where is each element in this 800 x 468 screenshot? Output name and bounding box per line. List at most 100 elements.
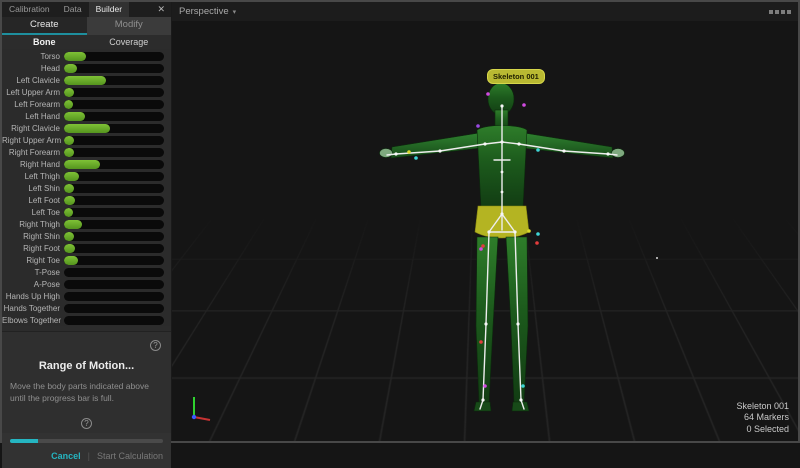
bone-label: Elbows Together xyxy=(2,316,64,325)
panel-footer: Cancel | Start Calculation xyxy=(2,433,171,468)
bone-label: Right Forearm xyxy=(2,148,64,157)
view-selector[interactable]: Perspective ▾ xyxy=(179,6,236,17)
bone-label: Head xyxy=(2,64,64,73)
builder-panel: Calibration Data Builder ✕ Create Modify… xyxy=(2,2,172,441)
bone-progress-fill xyxy=(64,136,74,145)
bone-progress-track xyxy=(64,64,164,73)
skeleton-name-badge[interactable]: Skeleton 001 xyxy=(487,69,545,84)
bone-progress-track xyxy=(64,100,164,109)
bone-row: Left Foot xyxy=(2,194,171,206)
viewport-3d[interactable]: Perspective ▾ xyxy=(172,2,798,441)
bone-row: Right Foot xyxy=(2,242,171,254)
bone-label: Left Shin xyxy=(2,184,64,193)
bone-progress-track xyxy=(64,88,164,97)
bone-progress-track xyxy=(64,184,164,193)
bone-progress-track xyxy=(64,316,164,325)
bone-label: Left Upper Arm xyxy=(2,88,64,97)
bone-row: Left Toe xyxy=(2,206,171,218)
bone-progress-fill xyxy=(64,76,106,85)
figure-left-leg xyxy=(476,237,498,402)
bone-label: Torso xyxy=(2,52,64,61)
bone-row: T-Pose xyxy=(2,266,171,278)
cancel-button[interactable]: Cancel xyxy=(51,451,81,461)
bone-progress-track xyxy=(64,172,164,181)
bone-row: Right Shin xyxy=(2,230,171,242)
tab-create[interactable]: Create xyxy=(2,17,87,35)
bone-label: Left Forearm xyxy=(2,100,64,109)
calibration-progress-track xyxy=(10,439,163,443)
bone-progress-track xyxy=(64,280,164,289)
tab-coverage[interactable]: Coverage xyxy=(87,35,172,49)
bone-progress-fill xyxy=(64,256,78,265)
bone-label: Hands Up High xyxy=(2,292,64,301)
viewport-status: Skeleton 001 64 Markers 0 Selected xyxy=(736,401,789,436)
bone-row: Head xyxy=(2,62,171,74)
bone-row: Right Forearm xyxy=(2,146,171,158)
viewport-top-bar: Perspective ▾ xyxy=(172,2,798,21)
bone-progress-track xyxy=(64,136,164,145)
marquee-icon[interactable] xyxy=(787,10,791,14)
bone-label: Right Upper Arm xyxy=(2,136,64,145)
bone-label: T-Pose xyxy=(2,268,64,277)
view-selector-label: Perspective xyxy=(179,6,229,17)
bone-row: Hands Up High xyxy=(2,290,171,302)
bone-list: Torso Head Left Clavicle Left Upper Arm xyxy=(2,49,171,326)
tab-bone[interactable]: Bone xyxy=(2,35,87,49)
bone-row: Left Clavicle xyxy=(2,74,171,86)
bone-progress-track xyxy=(64,220,164,229)
panel-tab-bar: Calibration Data Builder ✕ xyxy=(2,2,171,17)
calc-progress-fill xyxy=(10,439,38,443)
bone-label: Left Foot xyxy=(2,196,64,205)
bone-label: Left Hand xyxy=(2,112,64,121)
axis-z-blue xyxy=(192,415,196,419)
tab-data[interactable]: Data xyxy=(57,2,89,17)
bone-progress-track xyxy=(64,52,164,61)
bone-progress-track xyxy=(64,244,164,253)
bone-label: Right Foot xyxy=(2,244,64,253)
tab-builder[interactable]: Builder xyxy=(89,2,129,17)
axis-gizmo xyxy=(185,393,215,425)
bone-progress-fill xyxy=(64,184,74,193)
bone-progress-fill xyxy=(64,124,110,133)
axis-x-red xyxy=(194,417,210,420)
bone-progress-fill xyxy=(64,52,86,61)
skeleton-figure[interactable] xyxy=(172,2,798,441)
bone-label: Right Hand xyxy=(2,160,64,169)
help-icon[interactable]: ? xyxy=(81,418,92,429)
bone-progress-track xyxy=(64,112,164,121)
start-calculation-button[interactable]: Start Calculation xyxy=(97,451,163,461)
bone-progress-fill xyxy=(64,160,100,169)
help-icon[interactable]: ? xyxy=(150,340,161,351)
bone-label: Right Clavicle xyxy=(2,124,64,133)
figure-right-hand xyxy=(612,149,625,158)
bone-progress-track xyxy=(64,208,164,217)
bone-progress-fill xyxy=(64,244,75,253)
figure-left-arm xyxy=(391,133,481,158)
bone-progress-fill xyxy=(64,88,74,97)
bone-row: Left Forearm xyxy=(2,98,171,110)
bone-label: Right Shin xyxy=(2,232,64,241)
bone-progress-fill xyxy=(64,172,79,181)
bone-row: Elbows Together xyxy=(2,314,171,326)
bone-progress-fill xyxy=(64,220,82,229)
status-selected-count: 0 Selected xyxy=(736,424,789,436)
bone-progress-track xyxy=(64,232,164,241)
rom-instructions: Move the body parts indicated above unti… xyxy=(10,381,163,404)
sub-tab-bar: Bone Coverage xyxy=(2,35,171,49)
bone-progress-track xyxy=(64,256,164,265)
status-skeleton-name: Skeleton 001 xyxy=(736,401,789,413)
eye-icon[interactable] xyxy=(781,10,785,14)
bone-progress-fill xyxy=(64,112,85,121)
bone-progress-track xyxy=(64,76,164,85)
bone-label: Right Toe xyxy=(2,256,64,265)
bone-label: Left Clavicle xyxy=(2,76,64,85)
magnifier-icon[interactable] xyxy=(775,10,779,14)
bone-progress-fill xyxy=(64,208,73,217)
cursor-icon[interactable] xyxy=(769,10,773,14)
chevron-down-icon: ▾ xyxy=(233,8,237,16)
button-separator: | xyxy=(88,451,90,461)
bone-label: Left Toe xyxy=(2,208,64,217)
close-icon[interactable]: ✕ xyxy=(151,2,171,17)
tab-calibration[interactable]: Calibration xyxy=(2,2,57,17)
tab-modify[interactable]: Modify xyxy=(87,17,172,35)
